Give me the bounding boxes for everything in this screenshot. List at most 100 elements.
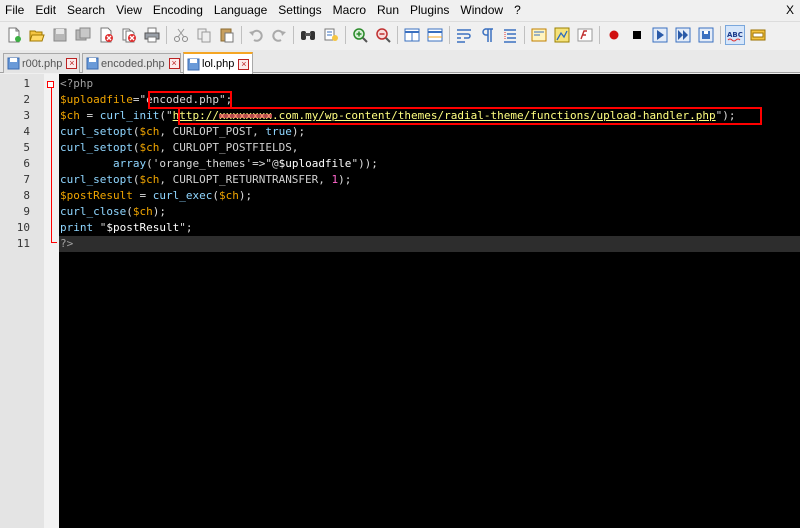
variable: $ch	[139, 125, 160, 138]
word-wrap-icon[interactable]	[454, 25, 474, 45]
menu-macro[interactable]: Macro	[328, 0, 372, 20]
menu-view[interactable]: View	[111, 0, 148, 20]
sync-horizontal-icon[interactable]	[425, 25, 445, 45]
close-all-icon[interactable]	[119, 25, 139, 45]
open-file-icon[interactable]	[27, 25, 47, 45]
print-icon[interactable]	[142, 25, 162, 45]
tab-encoded[interactable]: encoded.php ×	[82, 53, 181, 73]
variable: $postResult	[60, 189, 133, 202]
sync-vertical-icon[interactable]	[402, 25, 422, 45]
interpolated-variable: $postResult	[106, 221, 180, 234]
save-macro-icon[interactable]	[696, 25, 716, 45]
menu-settings[interactable]: Settings	[273, 0, 327, 20]
tab-close-icon[interactable]: ×	[66, 58, 78, 69]
code-line-5: curl_setopt($ch, CURLOPT_POSTFIELDS,	[60, 140, 298, 156]
zoom-out-icon[interactable]	[373, 25, 393, 45]
undo-icon[interactable]	[246, 25, 266, 45]
run-macro-multiple-icon[interactable]	[673, 25, 693, 45]
toolbar-separator	[293, 25, 294, 44]
variable: $uploadfile	[60, 93, 133, 106]
line-number: 1	[23, 77, 30, 90]
doc-map-icon[interactable]	[552, 25, 572, 45]
toolbar-separator	[599, 25, 600, 44]
string-literal: 'orange_themes'	[152, 157, 253, 170]
fold-toggle-icon[interactable]	[47, 81, 54, 88]
menu-window[interactable]: Window	[455, 0, 509, 20]
zoom-in-icon[interactable]	[350, 25, 370, 45]
tab-r00t[interactable]: r00t.php ×	[3, 53, 80, 73]
code-editor[interactable]: 1 2 3 4 5 6 7 8 9 10 11 <?php $uploadfil…	[0, 74, 800, 528]
variable: $ch	[60, 109, 80, 122]
highlight-box-url	[178, 107, 762, 125]
keyword: print	[60, 221, 94, 234]
indent-guide-icon[interactable]	[500, 25, 520, 45]
file-saved-icon	[7, 57, 20, 70]
toolbar-separator	[166, 25, 167, 44]
tab-close-icon[interactable]: ×	[238, 58, 250, 70]
current-line-highlight	[59, 236, 800, 252]
function-name: curl_exec	[152, 189, 213, 202]
function-list-icon[interactable]	[575, 25, 595, 45]
line-number: 10	[16, 221, 30, 234]
statement-end: );	[291, 125, 306, 138]
find-icon[interactable]	[298, 25, 318, 45]
cut-icon[interactable]	[171, 25, 191, 45]
paren: (	[212, 189, 219, 202]
toolbar-separator	[345, 25, 346, 44]
statement-end: ));	[358, 157, 378, 170]
paren: (	[159, 109, 166, 122]
show-all-chars-icon[interactable]	[477, 25, 497, 45]
string-quote: "	[165, 109, 173, 122]
code-line-8: $postResult = curl_exec($ch);	[60, 188, 252, 204]
menu-file[interactable]: File	[0, 0, 30, 20]
operator: =>	[252, 157, 266, 170]
line-number: 4	[23, 125, 30, 138]
save-icon[interactable]	[50, 25, 70, 45]
menu-run[interactable]: Run	[372, 0, 405, 20]
fold-guide-line	[51, 88, 52, 243]
tab-lol[interactable]: lol.php ×	[183, 52, 253, 74]
play-macro-icon[interactable]	[650, 25, 670, 45]
function-name: curl_close	[60, 205, 127, 218]
menu-help[interactable]: ?	[509, 0, 527, 20]
redo-icon[interactable]	[269, 25, 289, 45]
toolbar-separator	[397, 25, 398, 44]
menu-search[interactable]: Search	[62, 0, 111, 20]
new-file-icon[interactable]	[4, 25, 24, 45]
constant: , CURLOPT_POST,	[159, 125, 266, 138]
line-number: 5	[23, 141, 30, 154]
constant: , CURLOPT_POSTFIELDS,	[159, 141, 299, 154]
statement-end: );	[338, 173, 352, 186]
menu-edit[interactable]: Edit	[30, 0, 62, 20]
user-language-icon[interactable]	[529, 25, 549, 45]
php-open-tag: <?php	[60, 77, 94, 90]
code-line-1: <?php	[60, 76, 93, 92]
menu-encoding[interactable]: Encoding	[148, 0, 209, 20]
toolbar-separator	[720, 25, 721, 44]
close-icon[interactable]	[96, 25, 116, 45]
variable: $ch	[218, 189, 239, 202]
save-all-icon[interactable]	[73, 25, 93, 45]
paren: (	[146, 157, 153, 170]
toolbar-separator	[449, 25, 450, 44]
operator: =	[79, 109, 100, 122]
file-saved-icon	[86, 57, 99, 70]
line-number: 6	[23, 157, 30, 170]
menu-language[interactable]: Language	[209, 0, 273, 20]
menu-plugins[interactable]: Plugins	[405, 0, 455, 20]
variable: $ch	[139, 141, 160, 154]
spell-check-icon[interactable]: ABC	[725, 24, 745, 45]
file-saved-icon	[187, 58, 200, 70]
svg-text:ABC: ABC	[727, 31, 743, 39]
code-line-4: curl_setopt($ch, CURLOPT_POST, true);	[60, 124, 305, 140]
settings-icon[interactable]	[748, 25, 768, 45]
stop-record-icon[interactable]	[627, 25, 647, 45]
replace-icon[interactable]	[321, 25, 341, 45]
copy-icon[interactable]	[194, 25, 214, 45]
record-macro-icon[interactable]	[604, 25, 624, 45]
toolbar: ABC	[0, 21, 800, 47]
close-document-button[interactable]: X	[786, 0, 794, 20]
paste-icon[interactable]	[217, 25, 237, 45]
string-literal: "@	[265, 157, 279, 170]
tab-close-icon[interactable]: ×	[168, 58, 180, 69]
